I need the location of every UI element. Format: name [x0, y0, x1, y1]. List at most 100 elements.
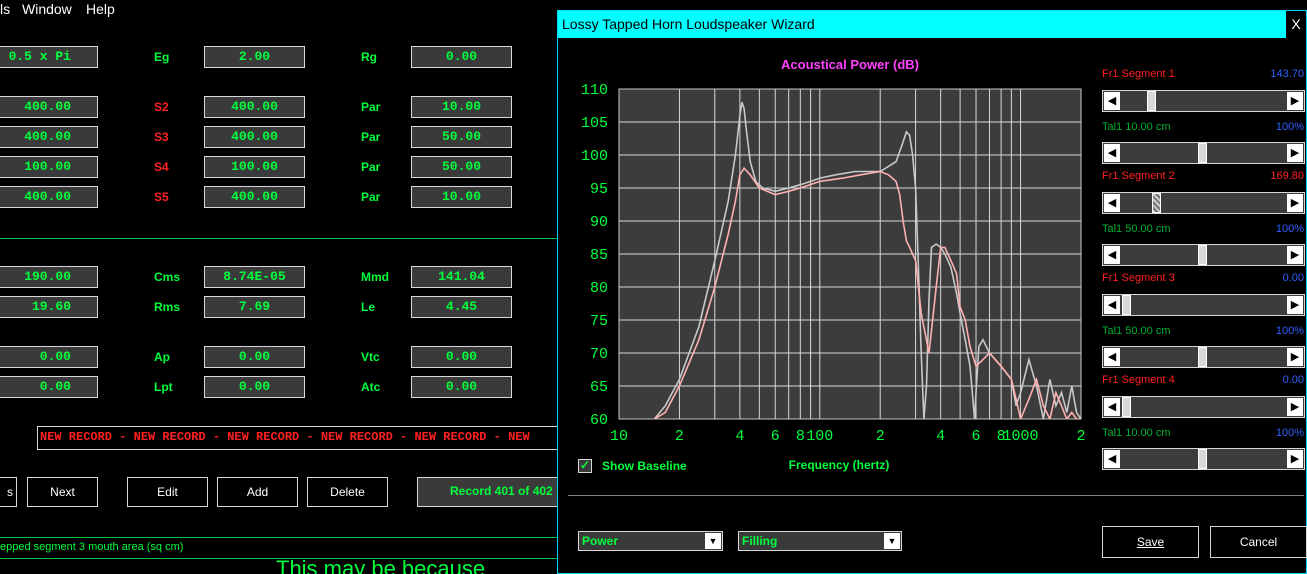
form-field-col1[interactable]: 400.00 [0, 96, 98, 118]
segment-slider[interactable]: ◀ ▶ [1102, 90, 1305, 112]
cancel-button[interactable]: Cancel [1210, 526, 1307, 558]
tal-label: Tal1 50.00 cm [1102, 325, 1171, 337]
form-field-col3[interactable]: 50.00 [411, 126, 512, 148]
menu-bar: ls Window Help [0, 0, 557, 20]
slider-thumb[interactable] [1198, 143, 1208, 163]
slider-thumb[interactable] [1198, 245, 1208, 265]
chevron-left-icon[interactable]: ◀ [1104, 398, 1120, 416]
menu-help[interactable]: Help [86, 1, 115, 17]
form-label-col3: Atc [361, 380, 381, 394]
form-field-col2[interactable]: 0.00 [204, 376, 305, 398]
add-button[interactable]: Add [217, 477, 298, 507]
chevron-right-icon[interactable]: ▶ [1287, 246, 1303, 264]
show-baseline-label[interactable]: Show Baseline [602, 459, 687, 473]
form-field-col2[interactable]: 400.00 [204, 186, 305, 208]
segment-slider[interactable]: ◀ ▶ [1102, 294, 1305, 316]
chevron-right-icon[interactable]: ▶ [1287, 398, 1303, 416]
segment-value: 0.00 [1282, 272, 1304, 284]
menu-window[interactable]: Window [22, 1, 72, 17]
slider-thumb[interactable] [1146, 91, 1156, 111]
segment-slider[interactable]: ◀ ▶ [1102, 448, 1305, 470]
next-button[interactable]: Next [27, 477, 98, 507]
save-button[interactable]: Save [1102, 526, 1199, 558]
slider-thumb[interactable] [1122, 295, 1131, 315]
form-label-col3: Par [361, 190, 381, 204]
chevron-down-icon[interactable]: ▼ [705, 533, 721, 549]
segment-slider[interactable]: ◀ ▶ [1102, 192, 1305, 214]
form-label-col2: S2 [154, 100, 169, 114]
form-field-col1[interactable]: 0.5 x Pi [0, 46, 98, 68]
y-tick-label: 70 [590, 346, 608, 363]
form-field-col1[interactable]: 100.00 [0, 156, 98, 178]
filling-dropdown[interactable]: Filling ▼ [738, 531, 902, 551]
form-field-col3[interactable]: 50.00 [411, 156, 512, 178]
close-icon[interactable]: X [1286, 11, 1306, 38]
x-tick-label: 10 [610, 428, 628, 445]
slider-thumb[interactable] [1122, 397, 1131, 417]
form-label-col2: S5 [154, 190, 169, 204]
form-field-col1[interactable]: 19.60 [0, 296, 98, 318]
y-tick-label: 95 [590, 181, 608, 198]
form-field-col3[interactable]: 0.00 [411, 46, 512, 68]
form-field-col3[interactable]: 10.00 [411, 186, 512, 208]
form-label-col3: Rg [361, 50, 377, 64]
wizard-title-bar[interactable]: Lossy Tapped Horn Loudspeaker Wizard X [558, 11, 1306, 38]
slider-thumb[interactable] [1198, 347, 1208, 367]
form-label-col2: Eg [154, 50, 170, 64]
tal-value: 100% [1275, 223, 1304, 235]
tal-value: 100% [1275, 121, 1304, 133]
form-field-col3[interactable]: 141.04 [411, 266, 512, 288]
menu-tools[interactable]: ls [0, 1, 10, 17]
chevron-left-icon[interactable]: ◀ [1104, 194, 1120, 212]
form-field-col2[interactable]: 8.74E-05 [204, 266, 305, 288]
x-tick-label: 6 [972, 428, 981, 445]
form-field-col3[interactable]: 0.00 [411, 376, 512, 398]
chevron-right-icon[interactable]: ▶ [1287, 194, 1303, 212]
acoustical-power-chart: Acoustical Power (dB) Frequency (hertz) … [581, 57, 1086, 472]
form-field-col1[interactable]: 400.00 [0, 126, 98, 148]
form-field-col2[interactable]: 400.00 [204, 126, 305, 148]
chevron-left-icon[interactable]: ◀ [1104, 246, 1120, 264]
show-baseline-checkbox[interactable]: ✓ [578, 458, 592, 473]
overflow-text: This may be because [276, 556, 486, 574]
form-field-col1[interactable]: 190.00 [0, 266, 98, 288]
delete-button[interactable]: Delete [307, 477, 388, 507]
chevron-left-icon[interactable]: ◀ [1104, 450, 1120, 468]
form-field-col1[interactable]: 0.00 [0, 376, 98, 398]
form-label-col2: Ap [154, 350, 170, 364]
chevron-right-icon[interactable]: ▶ [1287, 450, 1303, 468]
form-field-col3[interactable]: 4.45 [411, 296, 512, 318]
form-field-col3[interactable]: 10.00 [411, 96, 512, 118]
chevron-left-icon[interactable]: ◀ [1104, 144, 1120, 162]
form-field-col2[interactable]: 0.00 [204, 346, 305, 368]
form-field-col2[interactable]: 7.69 [204, 296, 305, 318]
checkmark-icon: ✓ [580, 458, 591, 472]
segment-slider[interactable]: ◀ ▶ [1102, 142, 1305, 164]
chevron-right-icon[interactable]: ▶ [1287, 296, 1303, 314]
segment-slider[interactable]: ◀ ▶ [1102, 346, 1305, 368]
form-label-col2: S4 [154, 160, 169, 174]
chevron-right-icon[interactable]: ▶ [1287, 144, 1303, 162]
segment-slider[interactable]: ◀ ▶ [1102, 244, 1305, 266]
x-tick-label: 4 [735, 428, 744, 445]
chevron-right-icon[interactable]: ▶ [1287, 92, 1303, 110]
x-tick-label: 4 [936, 428, 945, 445]
chevron-right-icon[interactable]: ▶ [1287, 348, 1303, 366]
previous-button[interactable]: s [0, 477, 17, 507]
chevron-left-icon[interactable]: ◀ [1104, 348, 1120, 366]
slider-thumb[interactable] [1151, 193, 1161, 213]
power-dropdown[interactable]: Power ▼ [578, 531, 723, 551]
segment-slider[interactable]: ◀ ▶ [1102, 396, 1305, 418]
form-field-col1[interactable]: 400.00 [0, 186, 98, 208]
form-field-col2[interactable]: 2.00 [204, 46, 305, 68]
chevron-left-icon[interactable]: ◀ [1104, 92, 1120, 110]
chevron-left-icon[interactable]: ◀ [1104, 296, 1120, 314]
form-field-col2[interactable]: 400.00 [204, 96, 305, 118]
form-field-col1[interactable]: 0.00 [0, 346, 98, 368]
chevron-down-icon[interactable]: ▼ [884, 533, 900, 549]
slider-thumb[interactable] [1198, 449, 1208, 469]
edit-button[interactable]: Edit [127, 477, 208, 507]
form-label-col3: Par [361, 130, 381, 144]
form-field-col3[interactable]: 0.00 [411, 346, 512, 368]
form-field-col2[interactable]: 100.00 [204, 156, 305, 178]
